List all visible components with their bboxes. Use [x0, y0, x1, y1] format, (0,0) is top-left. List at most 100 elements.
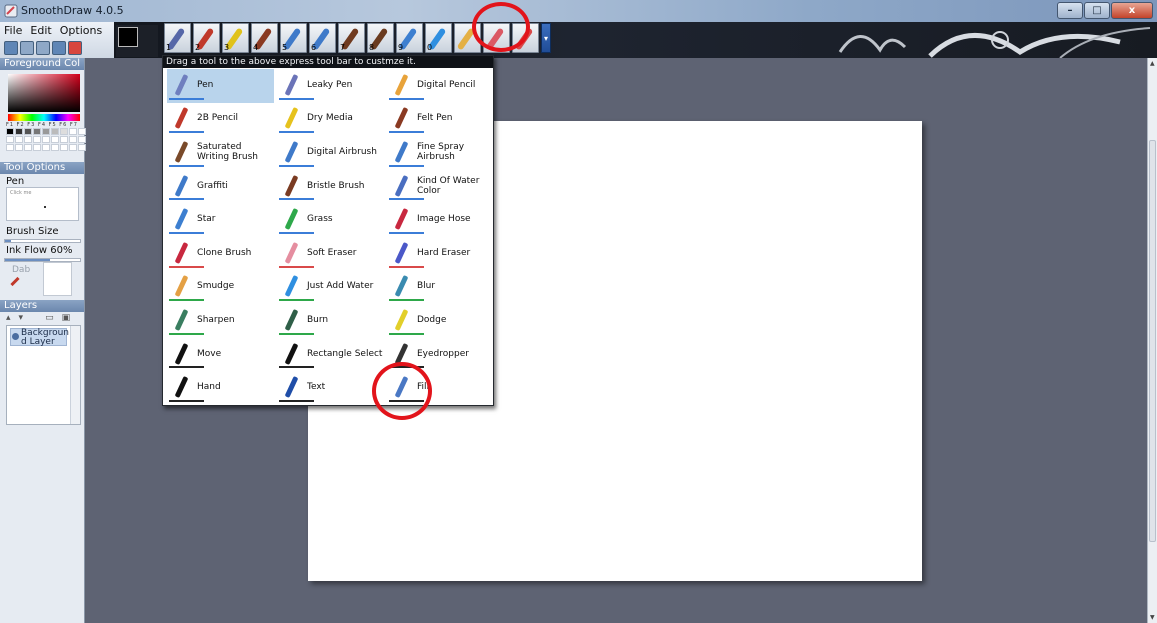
palette-swatch[interactable]: [24, 128, 32, 135]
express-tool-slot[interactable]: 0: [425, 23, 452, 53]
foreground-color[interactable]: [118, 27, 138, 47]
tool-bristle-brush[interactable]: Bristle Brush: [277, 170, 384, 204]
express-tool-slot[interactable]: 8: [367, 23, 394, 53]
express-toolbar-dropdown-button[interactable]: ▾: [541, 23, 551, 53]
palette-swatch[interactable]: [42, 136, 50, 143]
palette-swatch[interactable]: [6, 144, 14, 151]
tool-burn[interactable]: Burn: [277, 304, 384, 338]
new-document-icon[interactable]: [52, 41, 66, 55]
minimize-button[interactable]: –: [1057, 2, 1083, 19]
tool-text[interactable]: Text: [277, 371, 384, 405]
palette-swatch[interactable]: [42, 144, 50, 151]
redo-icon[interactable]: [36, 41, 50, 55]
layer-add-icon[interactable]: ▣: [62, 313, 71, 323]
express-tool-slot[interactable]: 5: [280, 23, 307, 53]
tool-just-add-water[interactable]: Just Add Water: [277, 271, 384, 305]
tool-star[interactable]: Star: [167, 203, 274, 237]
palette-swatch[interactable]: [51, 136, 59, 143]
tool-blur[interactable]: Blur: [387, 271, 494, 305]
layer-down-icon[interactable]: ▾: [19, 313, 24, 323]
palette-swatch[interactable]: [60, 136, 68, 143]
tool-dodge[interactable]: Dodge: [387, 304, 494, 338]
express-tool-slot[interactable]: 1: [164, 23, 191, 53]
palette-swatch[interactable]: [15, 128, 23, 135]
express-tool-slot[interactable]: [454, 23, 481, 53]
palette-swatch[interactable]: [24, 144, 32, 151]
menu-edit[interactable]: Edit: [30, 24, 51, 37]
palette-swatch[interactable]: [24, 136, 32, 143]
layer-visibility-icon[interactable]: [12, 333, 19, 340]
express-tool-slot[interactable]: [483, 23, 510, 53]
tool-fine-spray-airbrush[interactable]: Fine Spray Airbrush: [387, 136, 494, 170]
palette-swatch[interactable]: [51, 144, 59, 151]
tool-graffiti[interactable]: Graffiti: [167, 170, 274, 204]
palette-swatch[interactable]: [60, 144, 68, 151]
tool-soft-eraser[interactable]: Soft Eraser: [277, 237, 384, 271]
tool-rectangle-select[interactable]: Rectangle Select: [277, 338, 384, 372]
express-tool-slot[interactable]: 7: [338, 23, 365, 53]
palette-swatch[interactable]: [69, 144, 77, 151]
scroll-thumb[interactable]: [1149, 140, 1156, 542]
palette-swatch[interactable]: [33, 128, 41, 135]
tool-clone-brush[interactable]: Clone Brush: [167, 237, 274, 271]
tool-smudge[interactable]: Smudge: [167, 271, 274, 305]
tool-move[interactable]: Move: [167, 338, 274, 372]
palette-swatch[interactable]: [6, 136, 14, 143]
palette-swatch[interactable]: [33, 144, 41, 151]
palette-swatch[interactable]: [78, 136, 86, 143]
palette-swatch[interactable]: [15, 136, 23, 143]
brush-preview[interactable]: Click me: [6, 187, 79, 221]
scroll-down-icon[interactable]: ▼: [1150, 614, 1155, 621]
palette-swatch[interactable]: [60, 128, 68, 135]
brush-size-slider[interactable]: [4, 239, 81, 243]
tool-sharpen[interactable]: Sharpen: [167, 304, 274, 338]
close-window-button[interactable]: x: [1111, 2, 1153, 19]
layer-scrollbar[interactable]: [70, 326, 80, 424]
undo-icon[interactable]: [20, 41, 34, 55]
palette-swatch[interactable]: [78, 144, 86, 151]
maximize-button[interactable]: □: [1084, 2, 1110, 19]
tool-digital-airbrush[interactable]: Digital Airbrush: [277, 136, 384, 170]
tool-kind-of-water-color[interactable]: Kind Of Water Color: [387, 170, 494, 204]
express-tool-slot[interactable]: [512, 23, 539, 53]
tool-hand[interactable]: Hand: [167, 371, 274, 405]
palette-swatch[interactable]: [6, 128, 14, 135]
tool-leaky-pen[interactable]: Leaky Pen: [277, 69, 384, 103]
express-tool-slot[interactable]: 9: [396, 23, 423, 53]
menu-file[interactable]: File: [4, 24, 22, 37]
express-tool-slot[interactable]: 6: [309, 23, 336, 53]
tool-grass[interactable]: Grass: [277, 203, 384, 237]
palette-swatch[interactable]: [78, 128, 86, 135]
dab-preview[interactable]: [43, 262, 72, 296]
palette-swatch[interactable]: [69, 128, 77, 135]
express-tool-slot[interactable]: 3: [222, 23, 249, 53]
vertical-scrollbar[interactable]: ▲ ▼: [1147, 58, 1157, 623]
foreground-panel-header[interactable]: Foreground Col: [0, 58, 84, 70]
color-swatch[interactable]: [116, 25, 158, 57]
tool-2b-pencil[interactable]: 2B Pencil: [167, 103, 274, 137]
tool-saturated-writing-brush[interactable]: Saturated Writing Brush: [167, 136, 274, 170]
palette-swatch[interactable]: [42, 128, 50, 135]
tool-eyedropper[interactable]: Eyedropper: [387, 338, 494, 372]
scroll-up-icon[interactable]: ▲: [1150, 60, 1155, 67]
tool-felt-pen[interactable]: Felt Pen: [387, 103, 494, 137]
tool-digital-pencil[interactable]: Digital Pencil: [387, 69, 494, 103]
hue-slider[interactable]: [8, 114, 80, 121]
palette-swatch[interactable]: [33, 136, 41, 143]
tool-hard-eraser[interactable]: Hard Eraser: [387, 237, 494, 271]
palette-swatch[interactable]: [15, 144, 23, 151]
tool-pen[interactable]: Pen: [167, 69, 274, 103]
tool-fill[interactable]: Fill: [387, 371, 494, 405]
palette-swatch[interactable]: [69, 136, 77, 143]
tool-image-hose[interactable]: Image Hose: [387, 203, 494, 237]
menu-options[interactable]: Options: [60, 24, 102, 37]
layers-header[interactable]: Layers: [0, 300, 84, 312]
palette-swatch[interactable]: [51, 128, 59, 135]
save-icon[interactable]: [4, 41, 18, 55]
close-document-icon[interactable]: [68, 41, 82, 55]
layer-delete-icon[interactable]: ▭: [45, 313, 54, 323]
color-picker-field[interactable]: [8, 74, 80, 112]
tool-dry-media[interactable]: Dry Media: [277, 103, 384, 137]
tool-options-header[interactable]: Tool Options: [0, 162, 84, 174]
layer-item[interactable]: Backgroun d Layer: [10, 328, 69, 347]
